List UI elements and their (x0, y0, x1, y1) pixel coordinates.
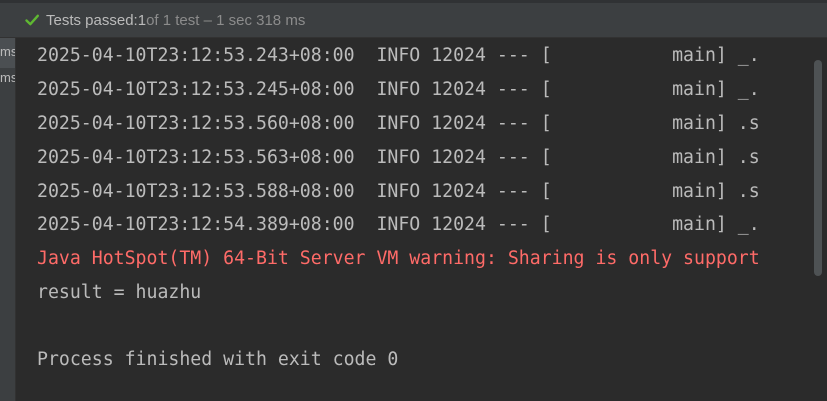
top-divider (0, 0, 827, 3)
test-tree-panel: ms ms (0, 38, 16, 401)
console-line: 2025-04-10T23:12:53.243+08:00 INFO 12024… (37, 45, 760, 66)
vertical-scrollbar[interactable] (811, 38, 827, 401)
console-line: 2025-04-10T23:12:53.560+08:00 INFO 12024… (37, 113, 760, 134)
console-output[interactable]: 2025-04-10T23:12:53.243+08:00 INFO 12024… (16, 38, 811, 401)
run-tool-window: Tests passed: 1 of 1 test – 1 sec 318 ms… (0, 0, 827, 401)
console-line: 2025-04-10T23:12:53.588+08:00 INFO 12024… (37, 181, 760, 202)
console-exit-line: Process finished with exit code 0 (37, 349, 399, 370)
console-line: 2025-04-10T23:12:54.389+08:00 INFO 12024… (37, 214, 760, 235)
test-tree-item-duration[interactable]: ms (0, 44, 15, 59)
tests-passed-label: Tests passed: (46, 11, 138, 29)
tests-passed-count: 1 (137, 11, 147, 29)
test-status-bar: Tests passed: 1 of 1 test – 1 sec 318 ms (0, 0, 827, 38)
check-icon (25, 14, 39, 26)
tests-passed-detail: of 1 test – 1 sec 318 ms (146, 11, 306, 29)
console-line: result = huazhu (37, 282, 202, 303)
console-line: 2025-04-10T23:12:53.245+08:00 INFO 12024… (37, 79, 760, 100)
test-status: Tests passed: 1 of 1 test – 1 sec 318 ms (24, 9, 305, 31)
console-warning-line: Java HotSpot(TM) 64-Bit Server VM warnin… (37, 248, 760, 269)
console-line: 2025-04-10T23:12:53.563+08:00 INFO 12024… (37, 147, 760, 168)
scrollbar-thumb[interactable] (814, 60, 822, 276)
test-tree-item-duration[interactable]: ms (0, 70, 15, 85)
